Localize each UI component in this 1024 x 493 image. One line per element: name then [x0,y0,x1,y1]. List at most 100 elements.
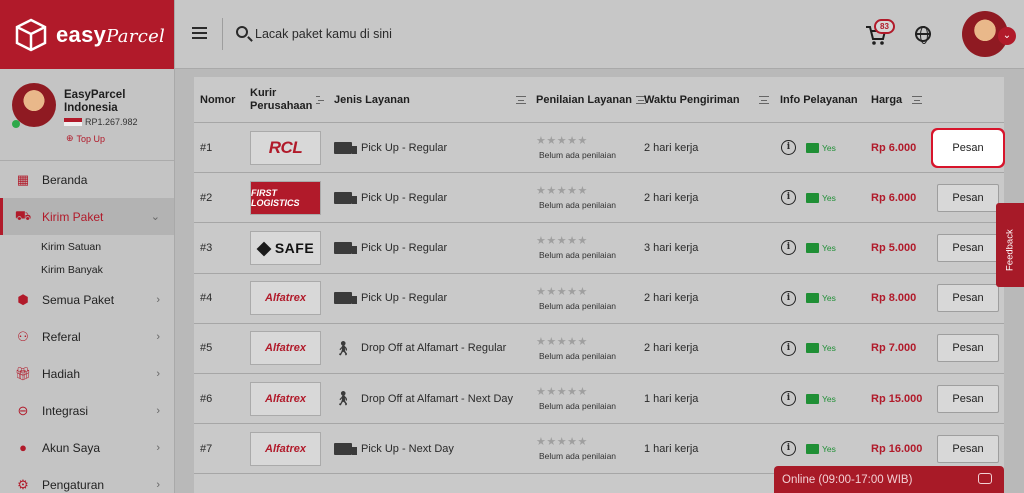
delivery-time: 1 hari kerja [644,442,699,455]
courier-name: FIRST LOGISTICS [251,181,320,214]
sidebar-item-akun-saya[interactable]: ● Akun Saya › [0,429,174,466]
info-icon[interactable]: i [781,290,796,306]
sort-icon[interactable] [516,96,526,104]
printer-icon [806,443,819,454]
courier-name: Alfatrex [265,342,306,355]
print-available-label: Yes [822,142,836,153]
truck-icon [334,141,357,154]
sidebar-item-referal[interactable]: ⚇ Referal › [0,318,174,355]
order-button[interactable]: Pesan [937,384,999,413]
rating-text: Belum ada penilaian [539,200,617,211]
order-button[interactable]: Pesan [937,183,999,212]
chevron-down-icon: ⌄ [150,211,160,223]
price: Rp 8.000 [871,292,917,305]
live-chat-bar[interactable]: Online (09:00-17:00 WIB) [774,466,1004,493]
row-number: #5 [200,342,213,355]
header-jenis-layanan[interactable]: Jenis Layanan [334,77,410,123]
price: Rp 7.000 [871,342,917,355]
sort-icon[interactable] [759,96,769,104]
sort-icon [912,96,923,104]
order-button[interactable]: Pesan [937,434,999,463]
printer-icon [806,393,819,404]
info-icon[interactable]: i [781,140,796,156]
sidebar-item-hadiah[interactable]: 🎁︎ Hadiah › [0,355,174,392]
table-row: #6 Alfatrex 🚶︎ Drop Off at Alfamart - Next … [194,374,1004,425]
service-rating: ★★★★★ Belum ada penilaian [536,235,616,260]
walk-icon: 🚶︎ [334,339,352,356]
header-waktu[interactable]: Waktu Pengiriman [644,77,740,123]
header-info: Info Pelayanan [780,77,858,123]
print-available-label: Yes [822,443,836,454]
delivery-time: 2 hari kerja [644,342,699,355]
sidebar-item-beranda[interactable]: ▦ Beranda [0,161,174,198]
service-rating: ★★★★★ Belum ada penilaian [536,336,616,361]
chat-icon [978,473,992,484]
printer-icon [806,343,819,354]
truck-icon [334,292,357,305]
info-icon[interactable]: i [781,190,796,206]
gift-icon: 🎁︎ [14,365,32,381]
info-icon[interactable]: i [781,441,796,457]
header-label: Nomor [200,94,236,106]
courier-table: Nomor Kurir Perusahaan Jenis Layanan Pen… [194,77,1004,493]
order-button[interactable]: Pesan [937,133,999,162]
sidebar-item-kirim-paket[interactable]: ⛟ Kirim Paket ⌄ [0,198,174,235]
order-button[interactable]: Pesan [937,233,999,262]
service-type: Pick Up - Regular [361,292,448,305]
search-input[interactable] [255,22,555,46]
sidebar-subitem-kirim-satuan[interactable]: Kirim Satuan [0,235,174,258]
service-type: Pick Up - Regular [361,141,448,154]
order-button[interactable]: Pesan [937,334,999,363]
row-number: #1 [200,141,213,154]
brand-logo[interactable]: easyParcel [0,0,174,69]
info-icon[interactable]: i [781,391,796,407]
service-rating: ★★★★★ Belum ada penilaian [536,286,616,311]
table-row: #3 SAFE Pick Up - Regular ★★★★★ Belum ada pe… [194,223,1004,274]
rating-text: Belum ada penilaian [539,401,617,412]
delivery-time: 2 hari kerja [644,292,699,305]
header-nomor[interactable]: Nomor [200,77,235,123]
table-row: #1 RCL Pick Up - Regular ★★★★★ Belum ada pen… [194,123,1004,174]
info-icon[interactable]: i [781,240,796,256]
courier-logo: Alfatrex [250,381,321,416]
courier-logo: Alfatrex [250,281,321,316]
delivery-time: 3 hari kerja [644,241,699,254]
header-kurir[interactable]: Kurir Perusahaan [250,77,324,123]
courier-name: Alfatrex [265,292,306,305]
globe-icon[interactable] [915,26,931,44]
plus-circle-icon: ⊕ [66,133,74,143]
delivery-time: 2 hari kerja [644,191,699,204]
table-row: #4 Alfatrex Pick Up - Regular ★★★★★ Belum ad… [194,274,1004,324]
walk-icon: 🚶︎ [334,390,352,407]
service-type: Drop Off at Alfamart - Next Day [361,392,514,405]
hamburger-menu-icon[interactable] [192,27,207,39]
feedback-tab[interactable]: Feedback [996,203,1024,287]
courier-name: Alfatrex [265,392,306,405]
price: Rp 6.000 [871,141,917,154]
courier-name: RCL [268,137,303,157]
row-number: #7 [200,442,213,455]
sidebar-subitem-kirim-banyak[interactable]: Kirim Banyak [0,258,174,281]
service-rating: ★★★★★ Belum ada penilaian [536,135,616,160]
topup-link[interactable]: ⊕ Top Up [66,133,105,144]
chevron-down-icon[interactable]: ⌄ [998,27,1016,45]
parcel-box-icon [15,18,47,51]
service-rating: ★★★★★ Belum ada penilaian [536,436,616,461]
courier-name: Alfatrex [265,442,306,455]
rating-text: Belum ada penilaian [539,150,617,161]
sidebar-item-label: Referal [42,329,81,344]
sidebar-item-integrasi[interactable]: ⊖ Integrasi › [0,392,174,429]
header-harga[interactable]: Harga [871,77,923,123]
user-icon: ● [19,440,27,455]
search-icon [236,26,248,38]
sidebar-item-pengaturan[interactable]: ⚙ Pengaturan › [0,466,174,493]
service-rating: ★★★★★ Belum ada penilaian [536,386,616,411]
sidebar-item-semua-paket[interactable]: ⬢ Semua Paket › [0,281,174,318]
order-button[interactable]: Pesan [937,284,999,313]
courier-logo: SAFE [250,230,321,265]
chevron-right-icon: › [156,404,160,417]
header-penilaian[interactable]: Penilaian Layanan [536,77,646,123]
chat-label: Online (09:00-17:00 WIB) [782,473,913,486]
truck-icon: ⛟ [14,207,32,223]
info-icon[interactable]: i [781,340,796,356]
